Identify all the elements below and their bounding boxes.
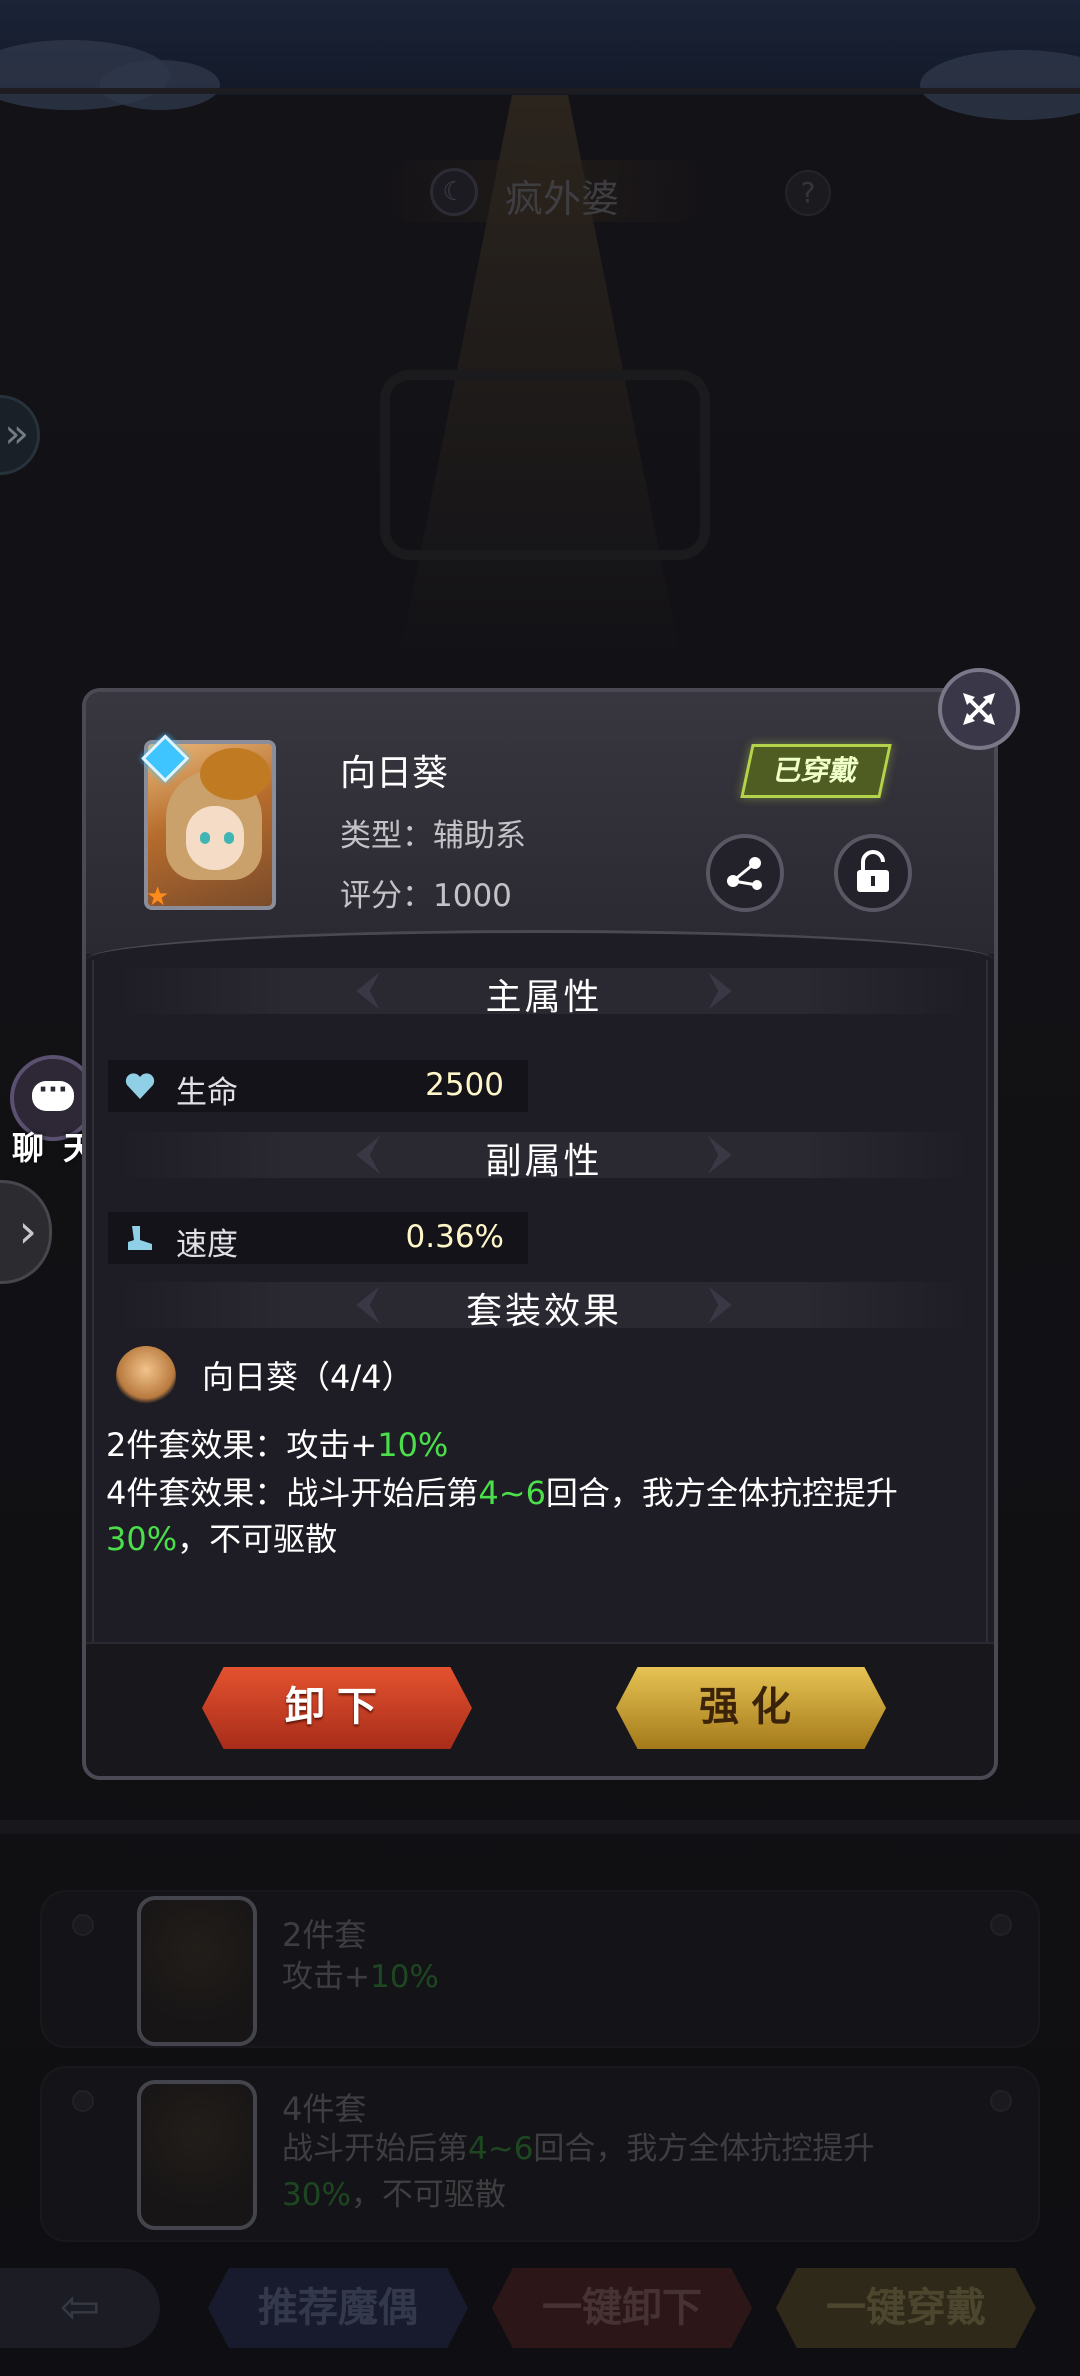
boot-icon [128,1226,152,1250]
enhance-button[interactable]: 强化 [616,1667,886,1749]
set-effect-header: 套装效果 [116,1278,972,1332]
equipped-badge: 已穿戴 [740,744,892,798]
heart-icon [125,1073,155,1099]
share-icon [727,857,762,890]
item-type: 类型：辅助系 [340,818,526,854]
set4-effect: 4件套效果：战斗开始后第4~6回合，我方全体抗控提升 [106,1474,898,1512]
equipment-detail-modal: ★ 向日葵 类型：辅助系 评分：1000 已穿戴 主属性 生命 2500 副属性… [82,688,998,1780]
share-button[interactable] [706,834,784,912]
sub-attribute-title: 副属性 [485,1141,603,1182]
unlock-icon [857,850,889,892]
lock-button[interactable] [834,834,912,912]
main-attribute-value: 2500 [425,1067,504,1103]
set4-effect-cont: 30%，不可驱散 [106,1520,338,1558]
main-attribute-row: 生命 2500 [108,1060,528,1112]
main-attribute-header: 主属性 [116,964,972,1018]
set2-effect: 2件套效果：攻击+10% [106,1426,449,1464]
item-score: 评分：1000 [340,878,512,914]
unequip-button[interactable]: 卸下 [202,1667,472,1749]
star-icon: ★ [146,882,170,912]
sub-attribute-value: 0.36% [405,1219,504,1255]
set-effect-title: 套装效果 [465,1291,622,1332]
main-attribute-title: 主属性 [485,977,603,1018]
sunflower-set-icon [116,1346,176,1406]
main-attribute-name: 生命 [176,1075,238,1111]
item-name: 向日葵 [340,753,449,794]
close-button[interactable] [938,668,1020,750]
set-name: 向日葵（4/4） [202,1358,414,1396]
sub-attribute-row: 速度 0.36% [108,1212,528,1264]
sub-attribute-header: 副属性 [116,1128,972,1182]
close-icon [963,693,995,725]
sub-attribute-name: 速度 [176,1227,238,1263]
